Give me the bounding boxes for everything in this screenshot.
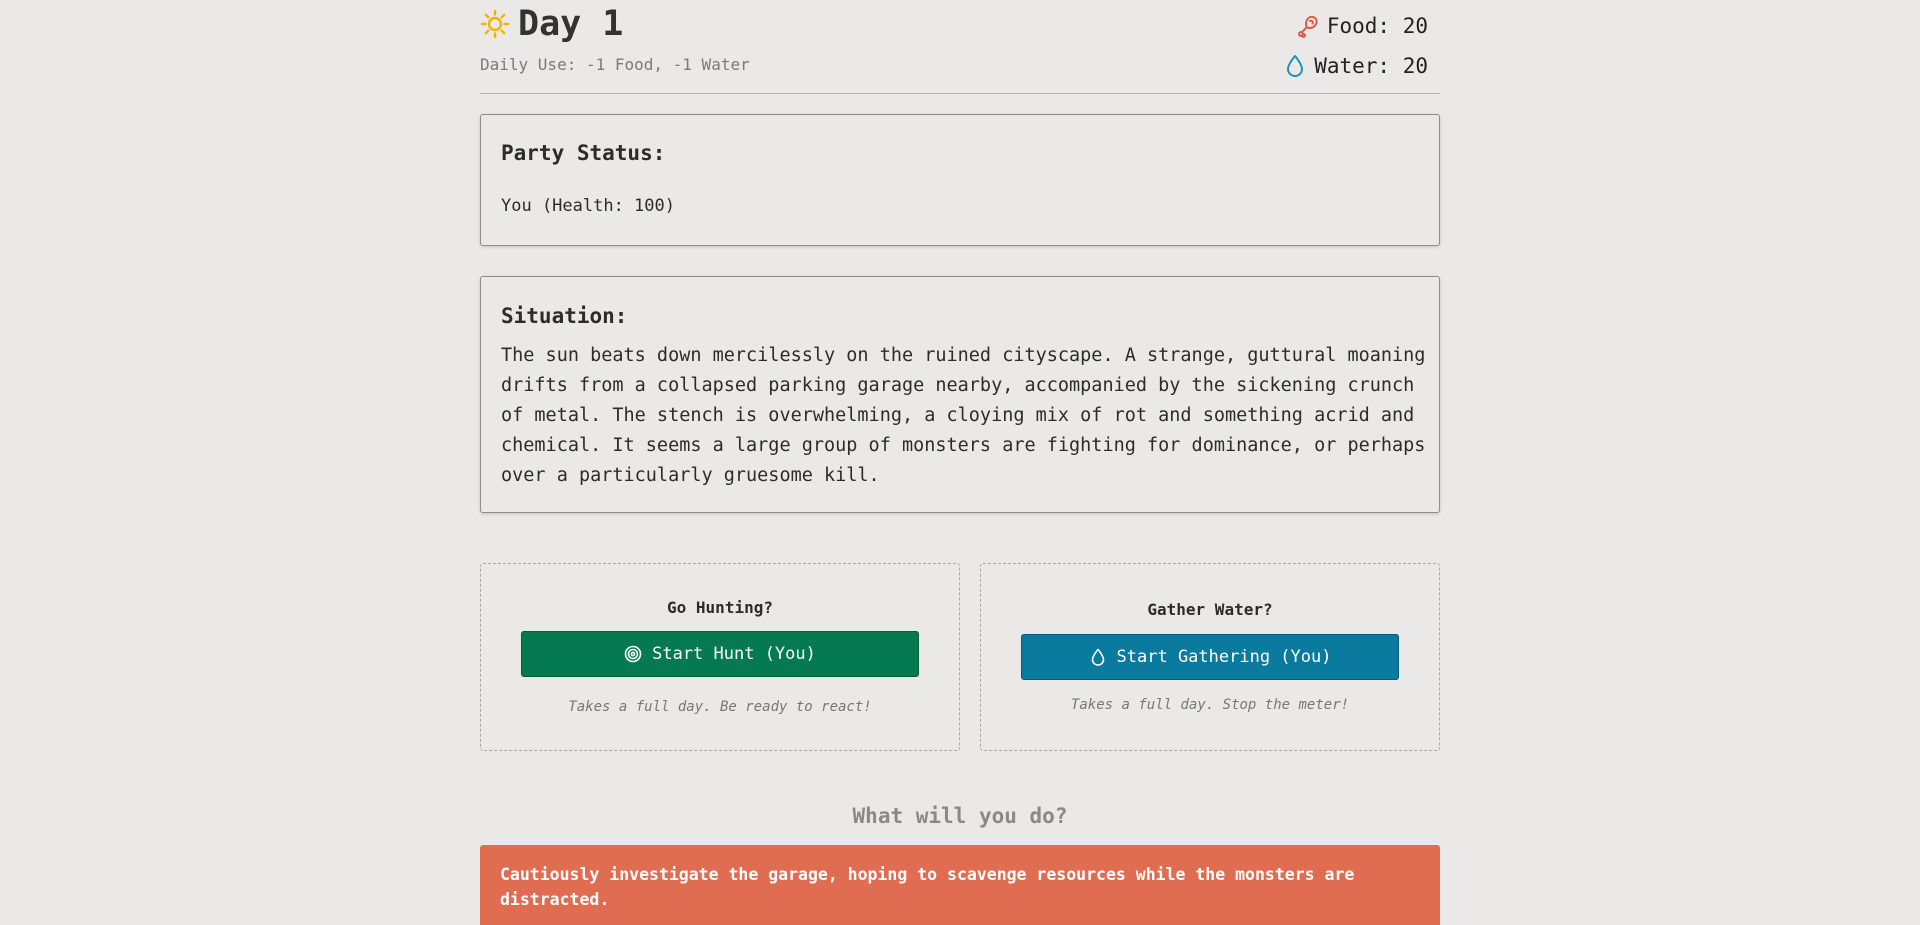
situation-text: The sun beats down mercilessly on the ru…: [501, 345, 1426, 486]
droplet-icon: [1284, 54, 1306, 78]
water-label: Water: 20: [1314, 54, 1428, 78]
day-header: Day 1 Daily Use: -1 Food, -1 Water Food:…: [480, 0, 1440, 94]
party-member: You (Health: 100): [501, 196, 675, 216]
water-counter: Water: 20: [1284, 46, 1428, 86]
food-counter: Food: 20: [1284, 6, 1428, 46]
start-gathering-label: Start Gathering (You): [1116, 647, 1332, 667]
start-hunt-label: Start Hunt (You): [652, 644, 816, 664]
start-gathering-button[interactable]: Start Gathering (You): [1021, 634, 1399, 680]
droplet-icon: [1089, 648, 1107, 666]
target-icon: [624, 645, 642, 663]
situation-panel: Situation: The sun beats down mercilessl…: [480, 276, 1440, 513]
sun-icon: [480, 9, 510, 39]
resource-counters: Food: 20 Water: 20: [1284, 6, 1428, 86]
party-status-panel: Party Status: You (Health: 100): [480, 114, 1440, 246]
choice-button[interactable]: Cautiously investigate the garage, hopin…: [480, 845, 1440, 925]
water-hint: Takes a full day. Stop the meter!: [1070, 697, 1350, 713]
daily-use-text: Daily Use: -1 Food, -1 Water: [480, 55, 750, 74]
hunting-question: Go Hunting?: [667, 598, 773, 617]
situation-title: Situation:: [501, 304, 628, 328]
water-question: Gather Water?: [1147, 600, 1273, 619]
hunting-card: Go Hunting? Start Hunt (You) Takes a ful…: [480, 563, 960, 751]
day-title: Day 1: [480, 4, 623, 44]
party-status-title: Party Status:: [501, 141, 666, 165]
food-label: Food: 20: [1326, 14, 1428, 38]
decision-prompt: What will you do?: [852, 804, 1068, 828]
start-hunt-button[interactable]: Start Hunt (You): [521, 631, 919, 677]
water-card: Gather Water? Start Gathering (You) Take…: [980, 563, 1440, 751]
day-label: Day 1: [518, 4, 624, 44]
game-container: Day 1 Daily Use: -1 Food, -1 Water Food:…: [480, 0, 1440, 925]
meat-icon: [1297, 14, 1319, 38]
hunting-hint: Takes a full day. Be ready to react!: [568, 699, 872, 715]
